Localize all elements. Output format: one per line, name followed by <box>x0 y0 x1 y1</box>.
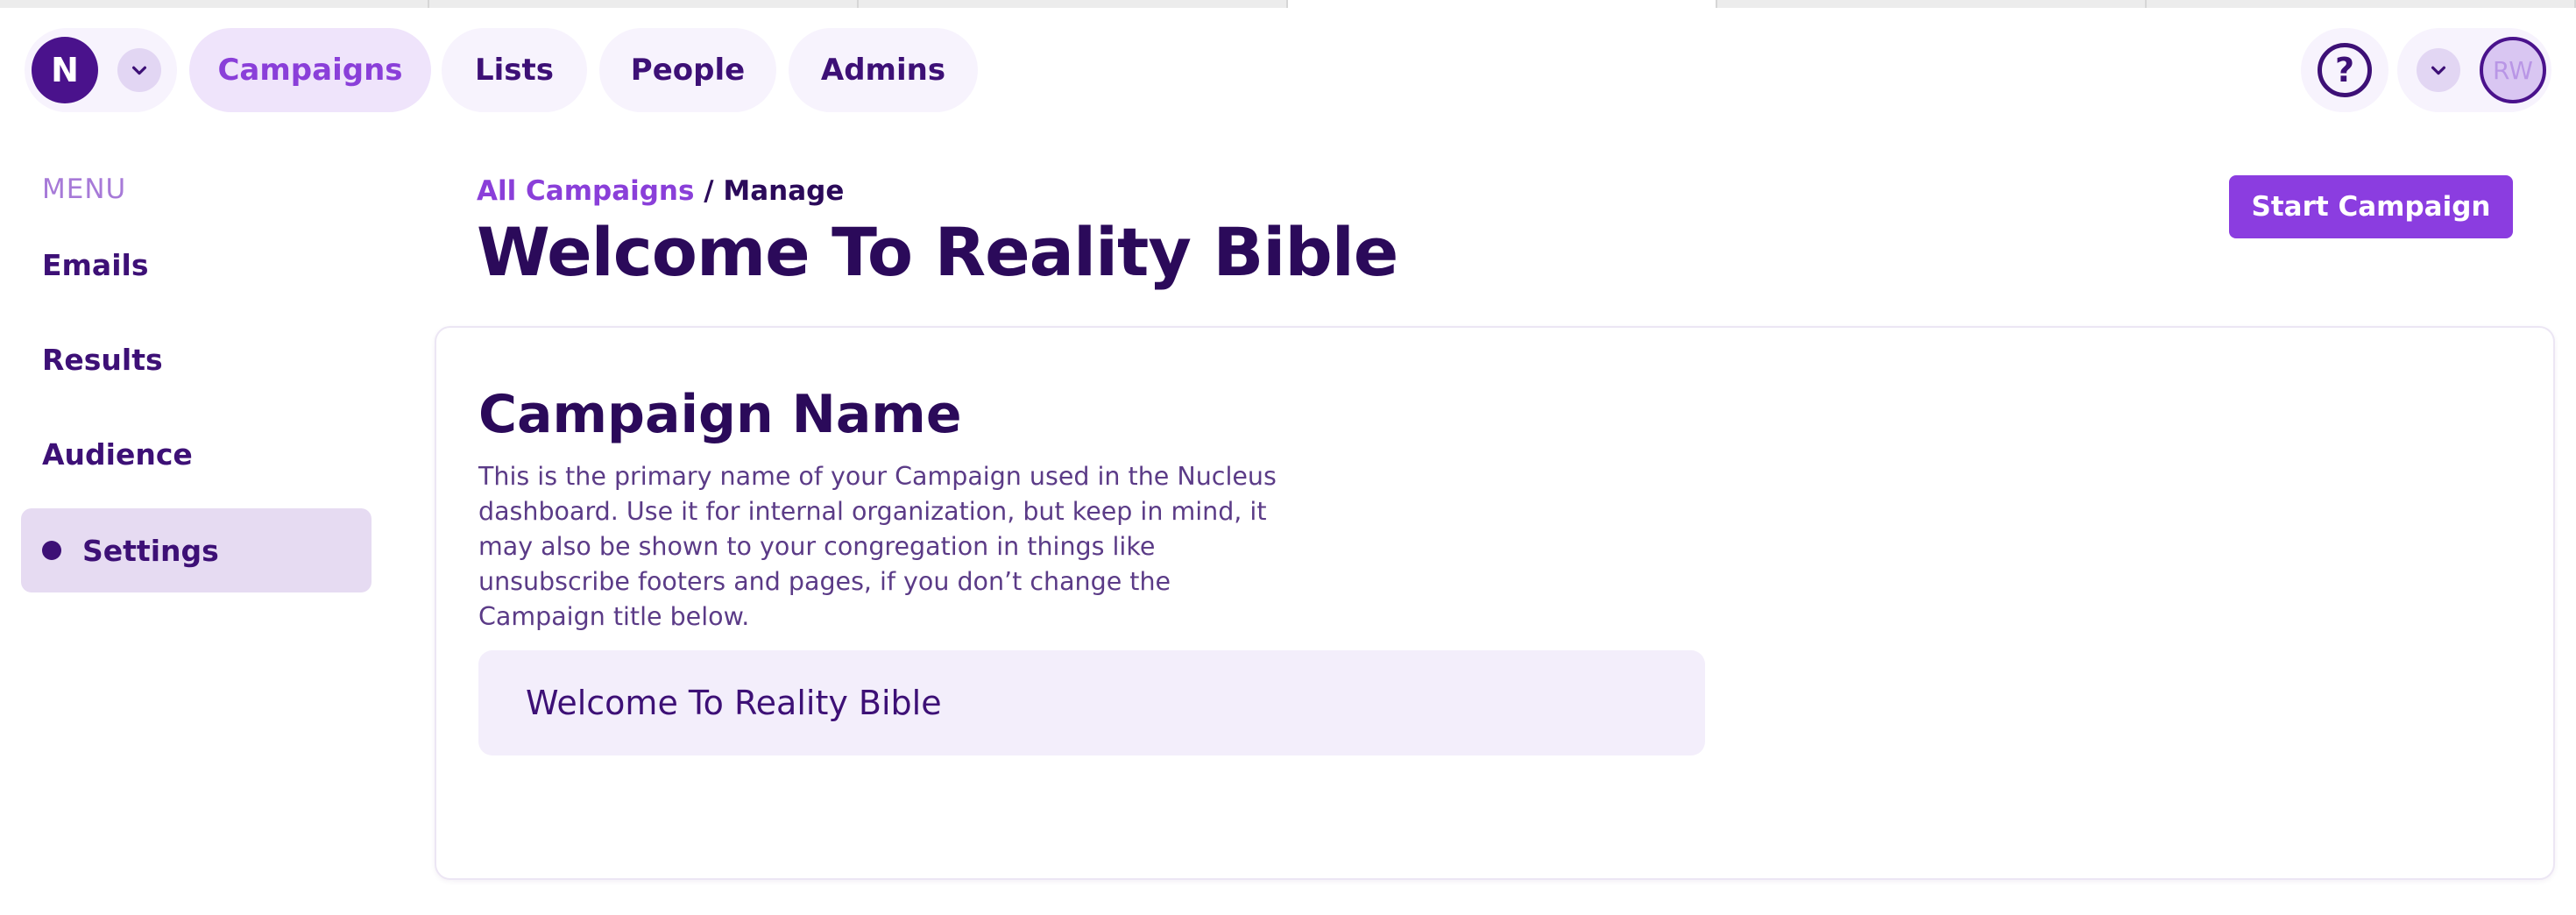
nav-tab-campaigns[interactable]: Campaigns <box>189 28 431 112</box>
nav-tab-admins[interactable]: Admins <box>789 28 978 112</box>
nav-tab-people[interactable]: People <box>599 28 776 112</box>
org-dropdown-button[interactable] <box>117 48 161 92</box>
sidebar-item-results[interactable]: Results <box>21 317 372 401</box>
campaign-name-field[interactable]: Welcome To Reality Bible <box>478 650 1705 755</box>
breadcrumb: All Campaigns / Manage <box>477 175 844 207</box>
start-campaign-button[interactable]: Start Campaign <box>2229 175 2513 238</box>
sidebar-item-label: Emails <box>42 247 149 282</box>
chevron-down-icon <box>131 66 147 75</box>
sidebar-item-emails[interactable]: Emails <box>21 223 372 307</box>
help-circle-icon: ? <box>2318 43 2372 97</box>
browser-tab-active[interactable] <box>1288 0 1717 8</box>
page-title: Welcome To Reality Bible <box>477 213 1398 291</box>
user-dropdown-button[interactable] <box>2417 48 2460 92</box>
browser-tab[interactable] <box>2147 0 2576 8</box>
sidebar-item-label: Audience <box>42 436 193 472</box>
campaign-name-card: Campaign Name This is the primary name o… <box>435 326 2555 880</box>
browser-tab[interactable] <box>1717 0 2147 8</box>
sidebar-menu-label: MENU <box>42 174 127 205</box>
breadcrumb-current: Manage <box>723 175 845 207</box>
sidebar-item-label: Settings <box>82 533 219 568</box>
browser-tab[interactable] <box>429 0 859 8</box>
active-dot-icon <box>42 541 61 560</box>
sidebar-item-audience[interactable]: Audience <box>21 412 372 496</box>
nav-tab-lists[interactable]: Lists <box>442 28 587 112</box>
sidebar-item-label: Results <box>42 342 163 377</box>
sidebar-item-settings[interactable]: Settings <box>21 508 372 592</box>
nucleus-logo-icon[interactable]: N <box>32 37 98 103</box>
browser-tab-strip <box>0 0 2576 8</box>
user-menu[interactable]: RW <box>2397 28 2551 112</box>
chevron-down-icon <box>2431 66 2446 75</box>
browser-tab[interactable] <box>0 0 429 8</box>
help-button[interactable]: ? <box>2301 28 2388 112</box>
breadcrumb-separator: / <box>694 175 724 207</box>
breadcrumb-all-campaigns-link[interactable]: All Campaigns <box>477 175 694 207</box>
avatar[interactable]: RW <box>2480 37 2546 103</box>
browser-tab[interactable] <box>859 0 1288 8</box>
top-nav: N Campaigns Lists People Admins ? RW <box>0 8 2576 134</box>
section-description: This is the primary name of your Campaig… <box>478 462 1277 631</box>
org-switcher[interactable]: N <box>25 28 177 112</box>
section-title: Campaign Name <box>478 384 962 445</box>
